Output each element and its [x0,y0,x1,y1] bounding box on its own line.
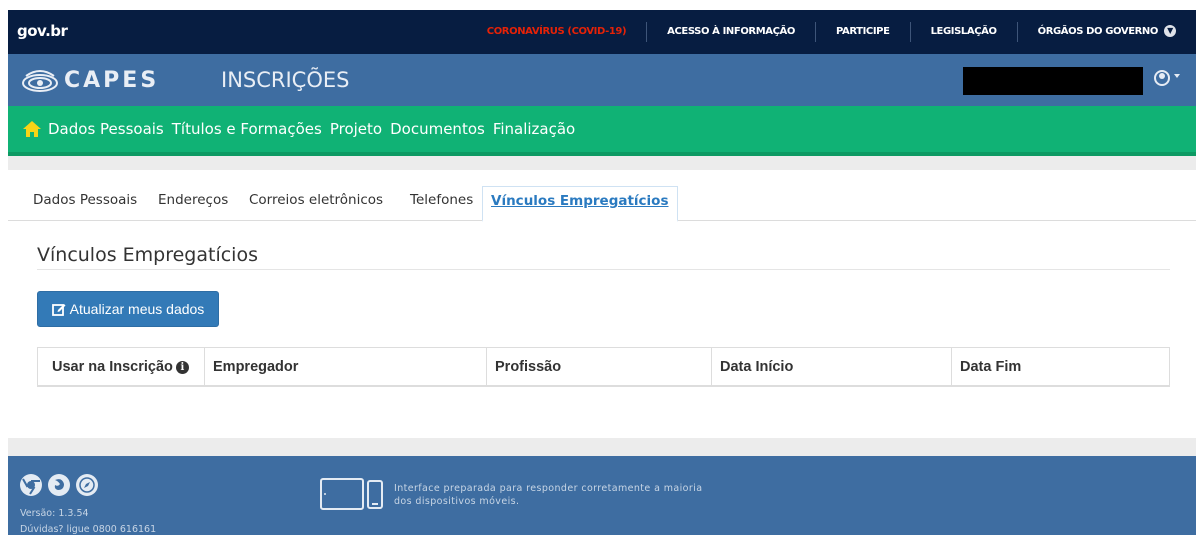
gov-link-orgaos-label: ÓRGÃOS DO GOVERNO [1037,26,1159,37]
version-text: Versão: 1.3.54 [20,508,89,519]
gov-bar: gov.br CORONAVÍRUS (COVID-19) ACESSO À I… [8,10,1196,54]
nav-projeto[interactable]: Projeto [330,120,382,138]
chevron-down-icon[interactable]: ▼ [1164,25,1176,37]
firefox-icon [48,474,70,496]
column-header-profissao[interactable]: Profissão [486,348,711,386]
capes-logo-text: CAPES [64,67,160,93]
home-icon[interactable] [22,119,42,139]
nav-documentos[interactable]: Documentos [390,120,485,138]
tab-vinculos-empregaticios[interactable]: Vínculos Empregatícios [482,186,678,222]
help-phone-text: Dúvidas? ligue 0800 616161 [20,524,157,535]
title-divider [37,269,1170,270]
tab-telefones[interactable]: Telefones [410,192,473,208]
user-circle-icon[interactable] [1154,70,1170,86]
main-panel: Dados Pessoais Endereços Correios eletrô… [8,170,1196,438]
column-header-data-fim[interactable]: Data Fim [951,348,1169,386]
gov-link-covid[interactable]: CORONAVÍRUS (COVID-19) [467,22,646,42]
capes-emblem-icon [22,70,58,92]
chrome-icon [20,474,42,496]
user-name-redacted [963,67,1143,95]
safari-icon [76,474,98,496]
tab-enderecos[interactable]: Endereços [158,192,228,208]
page-title: Vínculos Empregatícios [37,244,258,266]
gov-link-acesso-informacao[interactable]: ACESSO À INFORMAÇÃO [646,22,815,42]
gov-link-participe[interactable]: PARTICIPE [814,22,910,42]
app-title: INSCRIÇÕES [221,68,350,92]
info-icon[interactable]: i [175,360,189,374]
update-data-button-label: Atualizar meus dados [69,301,205,317]
main-nav: Dados Pessoais Títulos e Formações Proje… [8,106,1196,156]
column-header-usar-label: Usar na Inscrição [52,359,173,375]
page-frame: gov.br CORONAVÍRUS (COVID-19) ACESSO À I… [8,10,1196,535]
capes-header: CAPES INSCRIÇÕES [8,54,1196,106]
gov-link-legislacao[interactable]: LEGISLAÇÃO [909,22,1017,42]
subtabs: Dados Pessoais Endereços Correios eletrô… [8,186,1196,222]
gov-link-orgaos[interactable]: ÓRGÃOS DO GOVERNO ▼ [1016,22,1196,42]
column-header-empregador[interactable]: Empregador [204,348,486,386]
user-menu-caret-icon[interactable] [1174,74,1180,78]
responsive-note: Interface preparada para responder corre… [394,483,703,507]
gov-links: CORONAVÍRUS (COVID-19) ACESSO À INFORMAÇ… [467,10,1196,54]
nav-finalizacao[interactable]: Finalização [493,120,575,138]
update-data-button[interactable]: Atualizar meus dados [37,291,219,327]
tab-dados-pessoais[interactable]: Dados Pessoais [33,192,137,208]
nav-dados-pessoais[interactable]: Dados Pessoais [48,120,164,138]
mobile-devices-icon [320,478,383,510]
browser-icons [20,474,98,496]
column-header-data-inicio[interactable]: Data Início [711,348,951,386]
nav-titulos-formacoes[interactable]: Títulos e Formações [172,120,322,138]
employment-table: Usar na Inscrição i Empregador Profissão … [37,347,1170,387]
tab-correios-eletronicos[interactable]: Correios eletrônicos [249,192,383,208]
column-header-usar: Usar na Inscrição i [38,348,204,386]
edit-icon [51,304,66,316]
footer: Versão: 1.3.54 Dúvidas? ligue 0800 61616… [8,456,1196,535]
govbr-logo[interactable]: gov.br [17,22,68,40]
capes-logo[interactable]: CAPES [20,64,159,96]
